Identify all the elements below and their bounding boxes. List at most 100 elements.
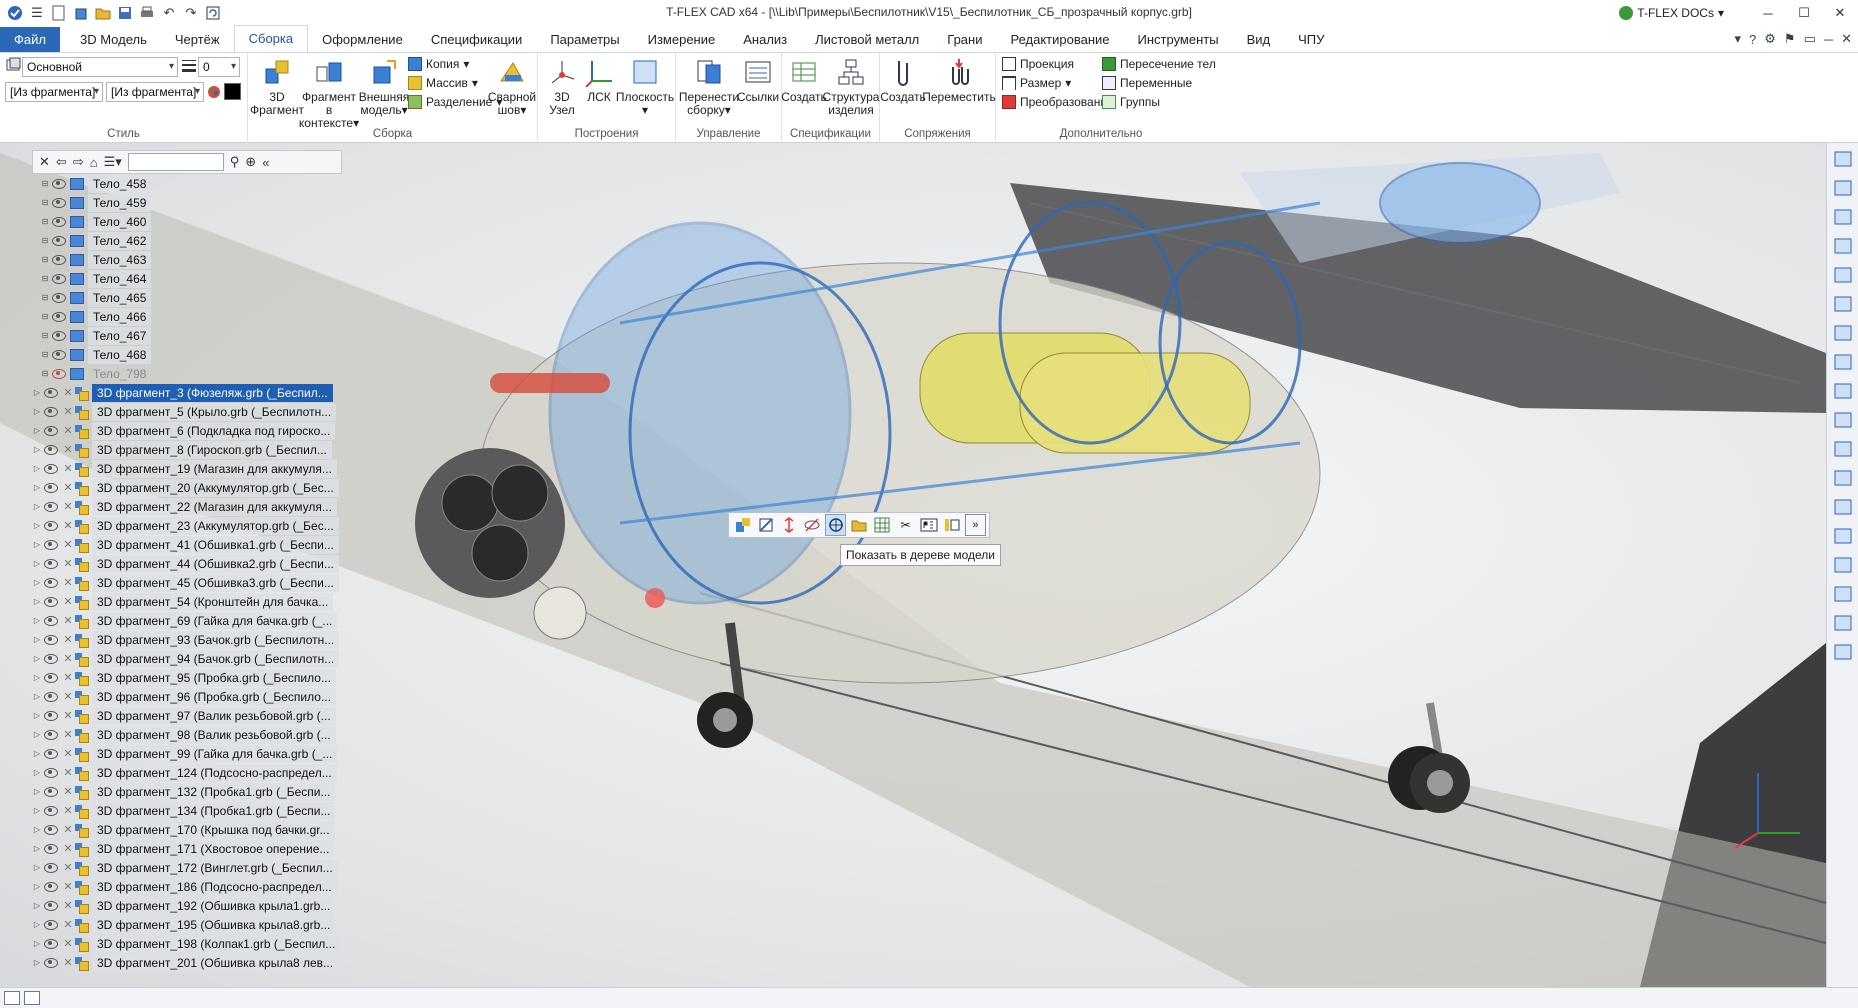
eye-icon[interactable] [52,235,66,246]
view-panel-icon[interactable] [1830,146,1856,172]
tree-fragment-row[interactable]: ▷ ✕ 3D фрагмент_69 (Гайка для бачка.grb (_… [32,611,342,630]
move-mate-button[interactable]: Переместить [922,55,996,104]
tree-expand-icon[interactable]: ⊟ [40,179,50,188]
tree-fragment-row[interactable]: ▷ ✕ 3D фрагмент_95 (Пробка.grb (_Беспило..… [32,668,342,687]
context-cut-icon[interactable]: ✂ [895,514,916,536]
eye-icon[interactable] [52,197,66,208]
pin-icon[interactable]: ⚑ [1784,31,1796,47]
tree-expand-icon[interactable]: ▷ [32,654,42,663]
axis-icon[interactable] [1830,523,1856,549]
tree-body-row[interactable]: ⊟ Тело_460 [32,212,342,231]
tree-fragment-row[interactable]: ▷ ✕ 3D фрагмент_6 (Подкладка под гироско..… [32,421,342,440]
cube-icon[interactable] [72,4,90,22]
tree-filter-input[interactable] [127,153,224,171]
tree-body-row[interactable]: ⊟ Тело_465 [32,288,342,307]
tree-expand-icon[interactable]: ▷ [32,407,42,416]
eye-icon[interactable] [44,767,58,778]
close-doc-icon[interactable]: ✕ [1841,31,1852,47]
back-icon[interactable]: ⇦ [56,154,67,170]
new-file-icon[interactable] [50,4,68,22]
tree-expand-icon[interactable]: ▷ [32,521,42,530]
tree-expand-icon[interactable]: ▷ [32,578,42,587]
eye-icon[interactable] [44,425,58,436]
tree-fragment-row[interactable]: ▷ ✕ 3D фрагмент_186 (Подсосно-распредел... [32,877,342,896]
tree-expand-icon[interactable]: ▷ [32,483,42,492]
eye-icon[interactable] [44,596,58,607]
product-structure-button[interactable]: Структура изделия [823,55,879,117]
tree-body-row[interactable]: ⊟ Тело_468 [32,345,342,364]
3d-fragment-button[interactable]: 3D Фрагмент [250,55,304,117]
tab-4[interactable]: Оформление [308,27,417,52]
eye-icon[interactable] [52,292,66,303]
green-solid-icon[interactable] [1830,552,1856,578]
eye-icon[interactable] [44,387,58,398]
context-hide-icon[interactable] [802,514,823,536]
zoom-icon[interactable] [1830,204,1856,230]
tree-expand-icon[interactable]: ▷ [32,920,42,929]
tree-fragment-row[interactable]: ▷ ✕ 3D фрагмент_44 (Обшивка2.grb (_Беспи..… [32,554,342,573]
tab-6[interactable]: Параметры [536,27,633,52]
tree-expand-icon[interactable]: ▷ [32,388,42,397]
tree-expand-icon[interactable]: ⊟ [40,350,50,359]
tree-fragment-row[interactable]: ▷ ✕ 3D фрагмент_170 (Крышка под бачки.gr..… [32,820,342,839]
help-icon[interactable]: ? [1749,32,1756,47]
tab-11[interactable]: Редактирование [996,27,1123,52]
close-tree-icon[interactable]: ✕ [39,154,50,170]
eye-icon[interactable] [44,444,58,455]
tree-fragment-row[interactable]: ▷ ✕ 3D фрагмент_22 (Магазин для аккумуля..… [32,497,342,516]
tree-body-row[interactable]: ⊟ Тело_466 [32,307,342,326]
yellow-face-icon[interactable] [1830,494,1856,520]
tree-expand-icon[interactable]: ⊟ [40,236,50,245]
cube-view-icon[interactable] [1830,436,1856,462]
tree-fragment-row[interactable]: ▷ ✕ 3D фрагмент_3 (Фюзеляж.grb (_Беспил... [32,383,342,402]
eye-icon[interactable] [52,349,66,360]
undo-icon[interactable]: ↶ [160,4,178,22]
tree-fragment-row[interactable]: ▷ ✕ 3D фрагмент_8 (Гироскоп.grb (_Беспил..… [32,440,342,459]
context-fragment-icon[interactable] [732,514,753,536]
tree-fragment-row[interactable]: ▷ ✕ 3D фрагмент_198 (Колпак1.grb (_Беспил.… [32,934,342,953]
tree-fragment-row[interactable]: ▷ ✕ 3D фрагмент_45 (Обшивка3.grb (_Беспи..… [32,573,342,592]
create-mate-button[interactable]: Создать [880,55,926,104]
status-panel-icon[interactable] [24,991,40,1005]
tree-body-row[interactable]: ⊟ Тело_462 [32,231,342,250]
tab-12[interactable]: Инструменты [1124,27,1233,52]
eye-icon[interactable] [44,900,58,911]
eye-icon[interactable] [44,463,58,474]
tree-expand-icon[interactable]: ▷ [32,597,42,606]
context-open-folder-icon[interactable] [848,514,869,536]
maximize-button[interactable]: ☐ [1786,5,1822,21]
sphere-icon[interactable] [1830,465,1856,491]
eye-icon[interactable] [44,938,58,949]
list-view-icon[interactable]: ☰▾ [104,154,122,170]
eye-icon[interactable] [44,710,58,721]
line-width-field[interactable]: 0 [198,57,240,77]
context-move-icon[interactable] [779,514,800,536]
tab-2[interactable]: Чертёж [161,27,234,52]
variables-button[interactable]: Переменные [1102,76,1192,90]
tree-expand-icon[interactable]: ⊟ [40,369,50,378]
color-swatch[interactable] [224,83,241,100]
eye-icon[interactable] [44,881,58,892]
tree-fragment-row[interactable]: ▷ ✕ 3D фрагмент_124 (Подсосно-распредел... [32,763,342,782]
eye-icon[interactable] [44,406,58,417]
tflex-docs-button[interactable]: T-FLEX DOCs ▾ [1619,6,1724,20]
tree-fragment-row[interactable]: ▷ ✕ 3D фрагмент_171 (Хвостовое оперение... [32,839,342,858]
context-properties-icon[interactable] [918,514,939,536]
redo-icon[interactable]: ↷ [182,4,200,22]
tree-body-row[interactable]: ⊟ Тело_798 [32,364,342,383]
save-icon[interactable] [116,4,134,22]
tree-expand-icon[interactable]: ▷ [32,559,42,568]
tree-fragment-row[interactable]: ▷ ✕ 3D фрагмент_134 (Пробка1.grb (_Беспи..… [32,801,342,820]
tree-expand-icon[interactable]: ▷ [32,825,42,834]
tree-expand-icon[interactable]: ▷ [32,445,42,454]
context-edit-icon[interactable] [755,514,776,536]
settings-view-icon[interactable] [1830,610,1856,636]
tree-body-row[interactable]: ⊟ Тело_458 [32,174,342,193]
tree-expand-icon[interactable]: ▷ [32,673,42,682]
eye-icon[interactable] [44,653,58,664]
forward-icon[interactable]: ⇨ [73,154,84,170]
tab-1[interactable]: 3D Модель [66,27,161,52]
tree-body-row[interactable]: ⊟ Тело_459 [32,193,342,212]
tab-3[interactable]: Сборка [233,25,309,52]
tree-expand-icon[interactable]: ⊟ [40,198,50,207]
